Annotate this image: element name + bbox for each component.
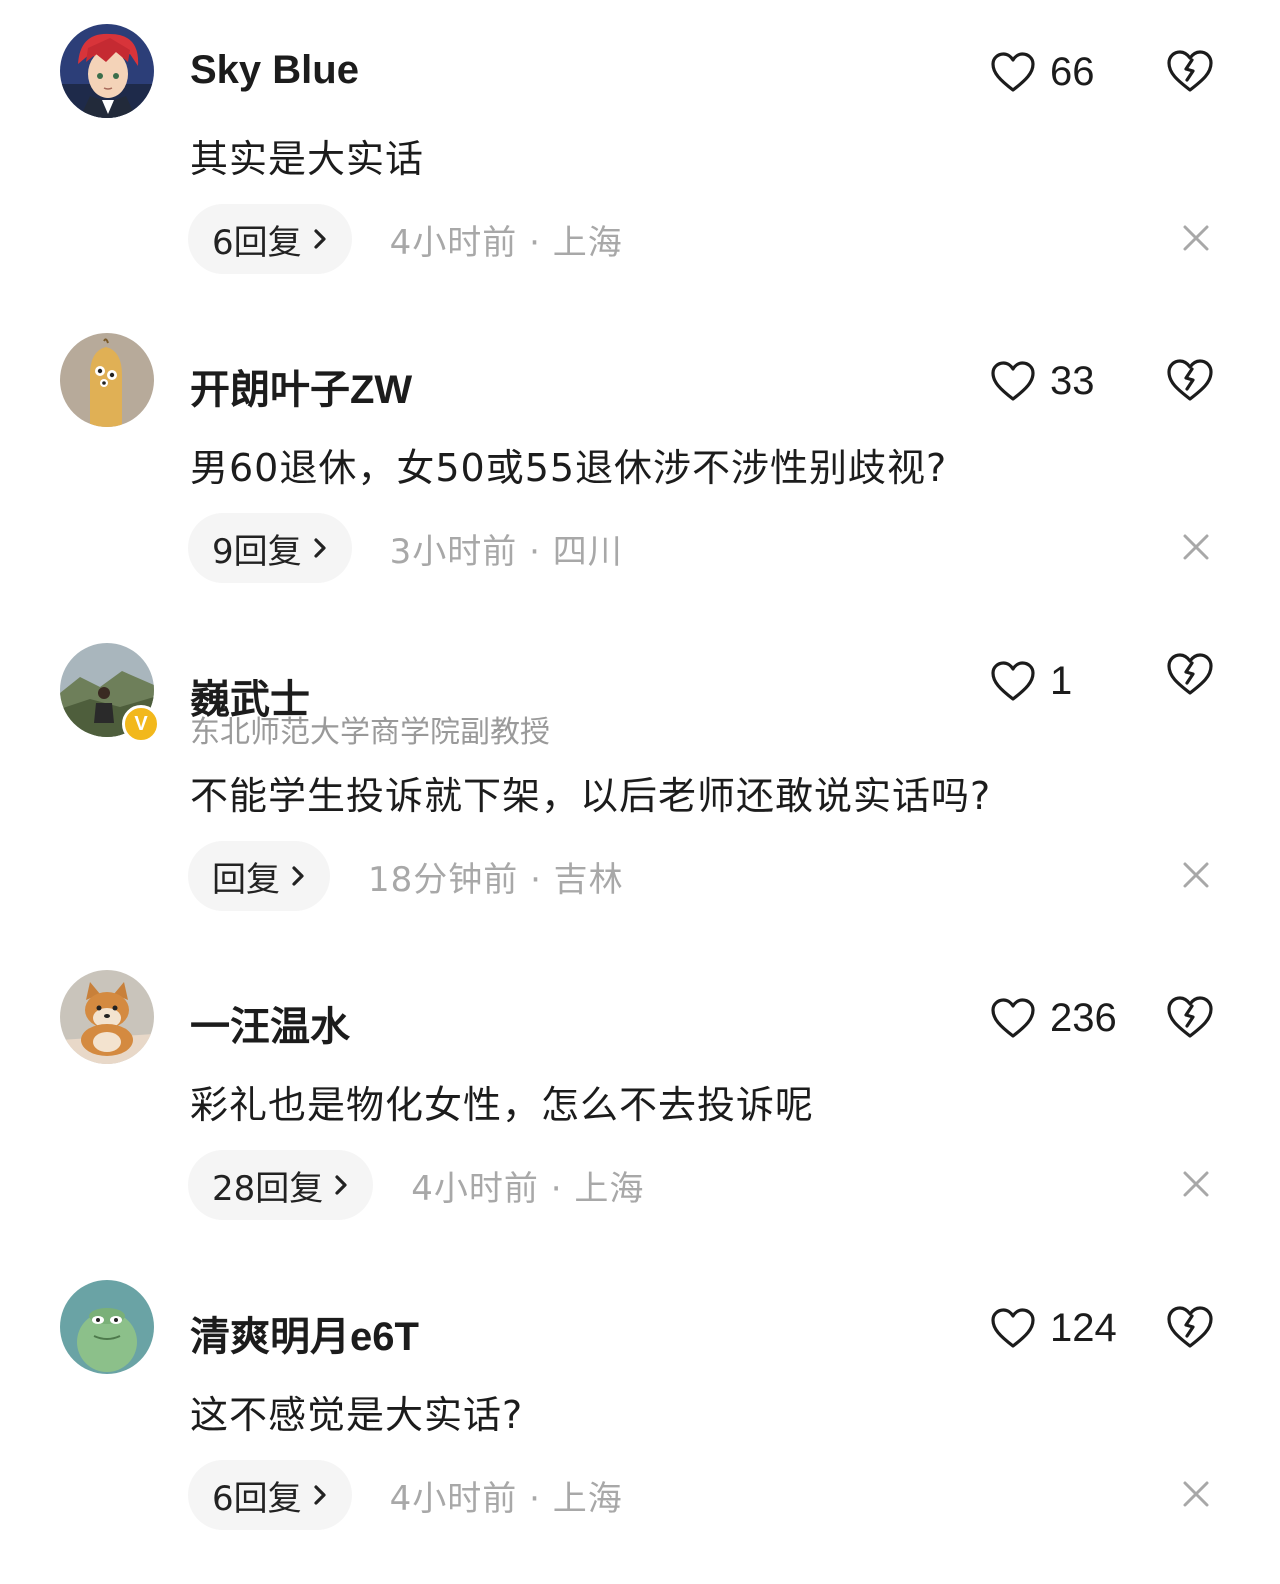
heart-outline-icon [991, 361, 1035, 401]
like-count: 124 [1050, 1305, 1117, 1350]
broken-heart-icon [1167, 653, 1213, 695]
comment-item: 一汪温水 236 彩礼也是物化女性，怎么不去投诉呢 28回复 4小时前 · 上海 [0, 946, 1280, 1246]
avatar-green-cartoon[interactable] [60, 1280, 154, 1374]
broken-heart-icon [1167, 50, 1213, 92]
like-button[interactable]: 33 [990, 357, 1095, 405]
chevron-right-icon [314, 229, 326, 249]
close-button[interactable] [1180, 859, 1212, 891]
avatar-cartoon-figure[interactable] [60, 333, 154, 427]
reply-label: 6回复 [212, 1478, 302, 1519]
comment-text: 这不感觉是大实话? [190, 1393, 524, 1437]
verified-v-badge-icon: V [122, 705, 160, 743]
like-count: 66 [1050, 49, 1095, 94]
avatar-shiba-dog[interactable] [60, 970, 154, 1064]
dislike-button[interactable] [1165, 1304, 1215, 1352]
comment-meta: 4小时前 · 上海 [411, 1168, 645, 1209]
username[interactable]: 一汪温水 [190, 994, 350, 1052]
heart-outline-icon [991, 998, 1035, 1038]
comment-meta: 4小时前 · 上海 [389, 1478, 623, 1519]
close-icon [1183, 534, 1209, 560]
comment-text: 其实是大实话 [190, 137, 425, 181]
reply-row: 28回复 4小时前 · 上海 [188, 1150, 644, 1220]
like-button[interactable]: 236 [990, 994, 1117, 1042]
chevron-right-icon [314, 538, 326, 558]
comment-item: V 巍武士 东北师范大学商学院副教授 1 不能学生投诉就下架，以后老师还敢说实话… [0, 619, 1280, 919]
like-count: 236 [1050, 995, 1117, 1040]
reply-label: 回复 [212, 859, 280, 900]
like-button[interactable]: 1 [990, 657, 1072, 705]
comment-meta: 4小时前 · 上海 [389, 222, 623, 263]
close-button[interactable] [1180, 1478, 1212, 1510]
like-button[interactable]: 124 [990, 1304, 1117, 1352]
close-button[interactable] [1180, 222, 1212, 254]
reply-label: 28回复 [212, 1168, 324, 1209]
dislike-button[interactable] [1165, 651, 1215, 699]
chevron-right-icon [335, 1175, 347, 1195]
broken-heart-icon [1167, 1306, 1213, 1348]
like-count: 33 [1050, 358, 1095, 403]
reply-row: 6回复 4小时前 · 上海 [188, 1460, 623, 1530]
reply-row: 9回复 3小时前 · 四川 [188, 513, 623, 583]
comment-list: Sky Blue 66 其实是大实话 6回复 4小时前 · 上海 开朗叶子ZW … [0, 0, 1280, 1584]
comment-item: Sky Blue 66 其实是大实话 6回复 4小时前 · 上海 [0, 0, 1280, 300]
close-icon [1183, 225, 1209, 251]
like-count: 1 [1050, 658, 1073, 703]
reply-label: 9回复 [212, 531, 302, 572]
username[interactable]: Sky Blue [190, 48, 359, 93]
reply-row: 回复 18分钟前 · 吉林 [188, 841, 624, 911]
dislike-button[interactable] [1165, 48, 1215, 96]
heart-outline-icon [991, 661, 1035, 701]
chevron-right-icon [314, 1485, 326, 1505]
comment-text: 彩礼也是物化女性，怎么不去投诉呢 [190, 1083, 815, 1127]
avatar-person-landscape[interactable]: V [60, 643, 160, 743]
reply-label: 6回复 [212, 222, 302, 263]
username[interactable]: 开朗叶子ZW [190, 357, 412, 415]
reply-button[interactable]: 9回复 [188, 513, 352, 583]
close-button[interactable] [1180, 531, 1212, 563]
chevron-right-icon [292, 866, 304, 886]
reply-row: 6回复 4小时前 · 上海 [188, 204, 623, 274]
like-button[interactable]: 66 [990, 48, 1095, 96]
heart-outline-icon [991, 52, 1035, 92]
user-title: 东北师范大学商学院副教授 [190, 715, 550, 750]
close-button[interactable] [1180, 1168, 1212, 1200]
close-icon [1183, 1481, 1209, 1507]
avatar-anime-character[interactable] [60, 24, 154, 118]
comment-text: 男60退休，女50或55退休涉不涉性别歧视? [190, 446, 948, 490]
close-icon [1183, 862, 1209, 888]
comment-meta: 18分钟前 · 吉林 [368, 859, 624, 900]
broken-heart-icon [1167, 359, 1213, 401]
broken-heart-icon [1167, 996, 1213, 1038]
dislike-button[interactable] [1165, 994, 1215, 1042]
heart-outline-icon [991, 1308, 1035, 1348]
reply-button[interactable]: 回复 [188, 841, 330, 911]
reply-button[interactable]: 6回复 [188, 1460, 352, 1530]
comment-item: 清爽明月e6T 124 这不感觉是大实话? 6回复 4小时前 · 上海 [0, 1256, 1280, 1556]
comment-text: 不能学生投诉就下架，以后老师还敢说实话吗? [190, 774, 992, 818]
reply-button[interactable]: 28回复 [188, 1150, 374, 1220]
close-icon [1183, 1171, 1209, 1197]
username[interactable]: 清爽明月e6T [190, 1304, 419, 1362]
comment-item: 开朗叶子ZW 33 男60退休，女50或55退休涉不涉性别歧视? 9回复 3小时… [0, 309, 1280, 609]
reply-button[interactable]: 6回复 [188, 204, 352, 274]
dislike-button[interactable] [1165, 357, 1215, 405]
comment-meta: 3小时前 · 四川 [389, 531, 623, 572]
